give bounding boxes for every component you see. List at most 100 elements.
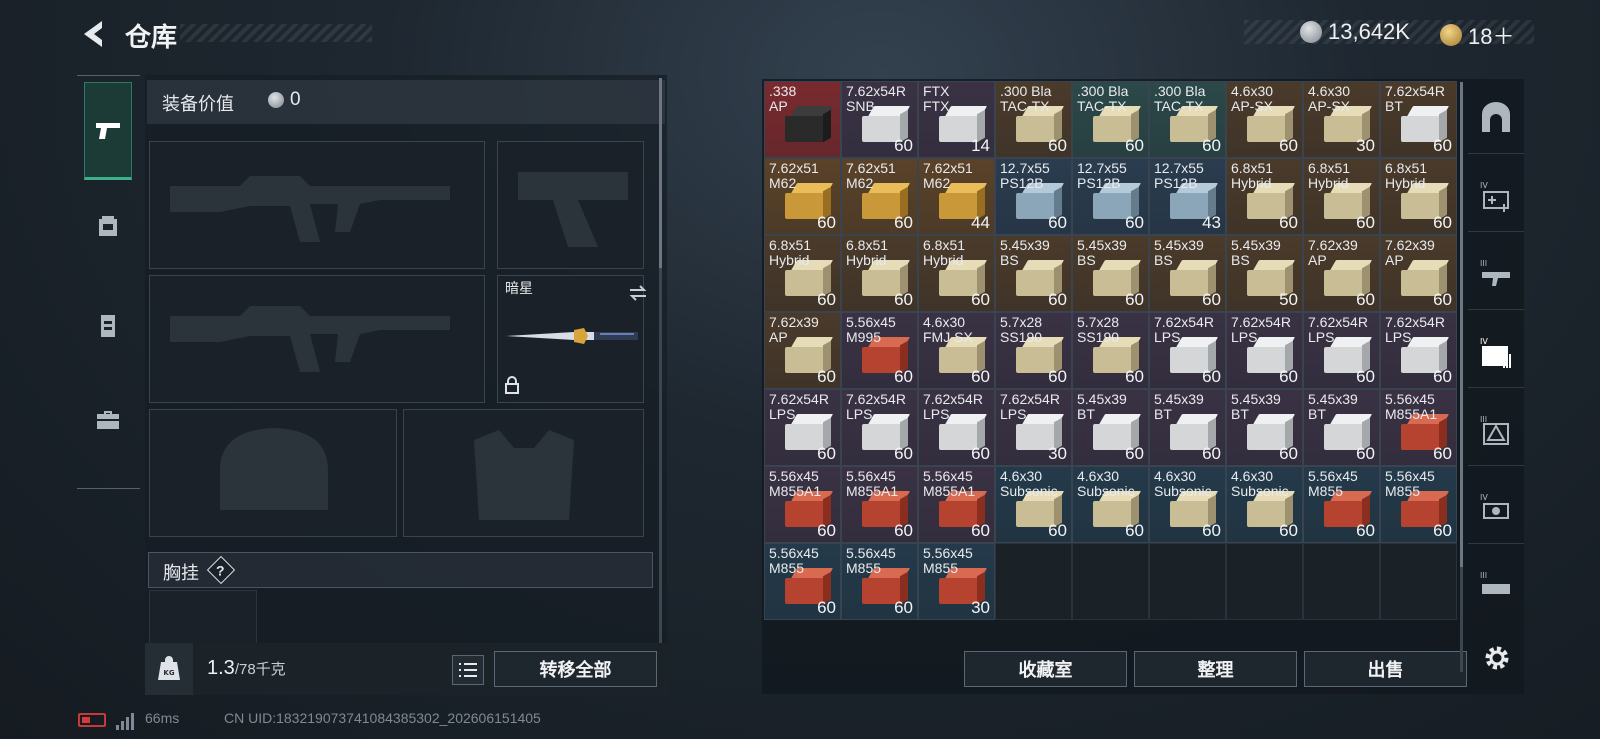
- ammo-stack-item[interactable]: 5.56x45 M855 60: [841, 543, 918, 620]
- tab-weapons[interactable]: [84, 82, 132, 180]
- back-arrow-icon[interactable]: [78, 18, 108, 50]
- second-primary-weapon-slot[interactable]: [149, 275, 485, 403]
- filter-tab-armor[interactable]: III: [1468, 394, 1524, 466]
- filter-tab-medical[interactable]: IV: [1468, 160, 1524, 232]
- ammo-stack-item[interactable]: 5.45x39 BT 60: [1149, 389, 1226, 466]
- ammo-count: 60: [1356, 444, 1375, 463]
- ammo-stack-item[interactable]: 6.8x51 Hybrid 60: [1380, 158, 1457, 235]
- stash-scrollbar[interactable]: [1460, 82, 1463, 672]
- ammo-stack-item[interactable]: 7.62x54R LPS 60: [1226, 312, 1303, 389]
- ammo-stack-item[interactable]: 7.62x54R LPS 60: [1149, 312, 1226, 389]
- ammo-stack-item[interactable]: 4.6x30 AP-SX 60: [1226, 81, 1303, 158]
- collection-room-button[interactable]: 收藏室: [964, 651, 1127, 687]
- ammo-stack-item[interactable]: 5.56x45 M855A1 60: [1380, 389, 1457, 466]
- armor-silhouette-icon: [474, 430, 574, 520]
- helmet-slot[interactable]: [149, 409, 397, 537]
- ammo-stack-item[interactable]: 5.56x45 M995 60: [841, 312, 918, 389]
- ammo-stack-item[interactable]: 5.45x39 BT 60: [1072, 389, 1149, 466]
- ammo-stack-item[interactable]: .300 Bla TAC-TX 60: [1072, 81, 1149, 158]
- empty-stash-slot[interactable]: [1303, 543, 1380, 620]
- ammo-stack-item[interactable]: 5.56x45 M855 60: [1380, 466, 1457, 543]
- swap-icon[interactable]: [628, 284, 648, 302]
- silver-currency[interactable]: 13,642K: [1300, 19, 1410, 45]
- settings-gear-icon[interactable]: [1481, 642, 1513, 674]
- ammo-stack-item[interactable]: 4.6x30 Subsonic 60: [1149, 466, 1226, 543]
- ammo-stack-item[interactable]: 5.56x45 M855 60: [1303, 466, 1380, 543]
- filter-tab-weapons[interactable]: III: [1468, 238, 1524, 310]
- ammo-stack-item[interactable]: 12.7x55 PS12B 43: [1149, 158, 1226, 235]
- ammo-stack-item[interactable]: 7.62x51 M62 60: [841, 158, 918, 235]
- ammo-name: 5.7x28 SS190: [1077, 314, 1120, 345]
- ammo-stack-item[interactable]: 4.6x30 Subsonic 60: [995, 466, 1072, 543]
- empty-stash-slot[interactable]: [1380, 543, 1457, 620]
- ammo-stack-item[interactable]: 5.56x45 M855A1 60: [918, 466, 995, 543]
- secondary-weapon-slot[interactable]: [497, 141, 644, 269]
- filter-tab-all[interactable]: [1468, 82, 1524, 154]
- ammo-stack-item[interactable]: 5.56x45 M855 30: [918, 543, 995, 620]
- ammo-stack-item[interactable]: 7.62x54R BT 60: [1380, 81, 1457, 158]
- chest-rig-slot[interactable]: [149, 590, 257, 646]
- ammo-name: 5.56x45 M855: [923, 545, 973, 576]
- ammo-stack-item[interactable]: 7.62x54R SNB 60: [841, 81, 918, 158]
- ammo-stack-item[interactable]: 5.7x28 SS190 60: [995, 312, 1072, 389]
- sort-button[interactable]: 整理: [1134, 651, 1297, 687]
- ammo-stack-item[interactable]: 4.6x30 Subsonic 60: [1072, 466, 1149, 543]
- ammo-stack-item[interactable]: 7.62x51 M62 60: [764, 158, 841, 235]
- ammo-stack-item[interactable]: 6.8x51 Hybrid 60: [841, 235, 918, 312]
- equipment-scrollbar[interactable]: [659, 78, 662, 668]
- ammo-stack-item[interactable]: 5.45x39 BS 50: [1226, 235, 1303, 312]
- primary-weapon-slot[interactable]: [149, 141, 485, 269]
- ammo-stack-item[interactable]: FTX FTX 14: [918, 81, 995, 158]
- ammo-stack-item[interactable]: 6.8x51 Hybrid 60: [764, 235, 841, 312]
- medkit-icon: IV: [1480, 181, 1509, 212]
- ammo-stack-item[interactable]: 6.8x51 Hybrid 60: [1303, 158, 1380, 235]
- empty-stash-slot[interactable]: [1072, 543, 1149, 620]
- ammo-stack-item[interactable]: 7.62x51 M62 44: [918, 158, 995, 235]
- tab-rig[interactable]: [84, 302, 132, 350]
- ammo-stack-item[interactable]: 5.7x28 SS190 60: [1072, 312, 1149, 389]
- ammo-stack-item[interactable]: 5.45x39 BS 60: [1072, 235, 1149, 312]
- ammo-stack-item[interactable]: 5.45x39 BS 60: [995, 235, 1072, 312]
- filter-tab-attachments[interactable]: IV: [1468, 472, 1524, 544]
- ammo-stack-item[interactable]: 5.56x45 M855 60: [764, 543, 841, 620]
- ammo-stack-item[interactable]: 12.7x55 PS12B 60: [995, 158, 1072, 235]
- ammo-stack-item[interactable]: 5.45x39 BS 60: [1149, 235, 1226, 312]
- gold-currency[interactable]: 18＋: [1440, 19, 1514, 51]
- ammo-stack-item[interactable]: 5.56x45 M855A1 60: [764, 466, 841, 543]
- ammo-stack-item[interactable]: .338 AP: [764, 81, 841, 158]
- ammo-stack-item[interactable]: 5.45x39 BT 60: [1226, 389, 1303, 466]
- ammo-stack-item[interactable]: 5.45x39 BT 60: [1303, 389, 1380, 466]
- list-view-button[interactable]: [452, 655, 484, 685]
- ammo-stack-item[interactable]: 6.8x51 Hybrid 60: [1226, 158, 1303, 235]
- ammo-stack-item[interactable]: 7.62x39 AP 60: [764, 312, 841, 389]
- armor-slot[interactable]: [403, 409, 644, 537]
- ammo-stack-item[interactable]: 7.62x54R LPS 60: [918, 389, 995, 466]
- ammo-stack-item[interactable]: .300 Bla TAC-TX 60: [1149, 81, 1226, 158]
- ammo-stack-item[interactable]: 7.62x54R LPS 30: [995, 389, 1072, 466]
- ammo-stack-item[interactable]: 6.8x51 Hybrid 60: [918, 235, 995, 312]
- filter-tab-misc[interactable]: III: [1468, 550, 1524, 622]
- ammo-stack-item[interactable]: .300 Bla TAC-TX 60: [995, 81, 1072, 158]
- ammo-stack-item[interactable]: 7.62x54R LPS 60: [764, 389, 841, 466]
- ammo-stack-item[interactable]: 4.6x30 FMJ SX 60: [918, 312, 995, 389]
- transfer-all-button[interactable]: 转移全部: [494, 651, 657, 687]
- empty-stash-slot[interactable]: [1149, 543, 1226, 620]
- ammo-stack-item[interactable]: 7.62x54R LPS 60: [841, 389, 918, 466]
- ammo-stack-item[interactable]: 12.7x55 PS12B 60: [1072, 158, 1149, 235]
- filter-tab-ammo[interactable]: IV: [1468, 316, 1524, 388]
- ammo-stack-item[interactable]: 5.56x45 M855A1 60: [841, 466, 918, 543]
- ammo-stack-item[interactable]: 4.6x30 Subsonic 60: [1226, 466, 1303, 543]
- ammo-stack-item[interactable]: 7.62x39 AP 60: [1303, 235, 1380, 312]
- ammo-stack-item[interactable]: 7.62x54R LPS 60: [1380, 312, 1457, 389]
- ammo-stack-item[interactable]: 4.6x30 AP-SX 30: [1303, 81, 1380, 158]
- tab-backpack[interactable]: [84, 201, 132, 249]
- ammo-stack-item[interactable]: 7.62x54R LPS 60: [1303, 312, 1380, 389]
- ammo-count: 60: [1433, 444, 1452, 463]
- ammo-name: 5.45x39 BS: [1000, 237, 1050, 268]
- empty-stash-slot[interactable]: [995, 543, 1072, 620]
- tab-case[interactable]: [84, 396, 132, 444]
- empty-stash-slot[interactable]: [1226, 543, 1303, 620]
- ammo-stack-item[interactable]: 7.62x39 AP 60: [1380, 235, 1457, 312]
- rifle-icon: III: [1480, 259, 1510, 286]
- sell-button[interactable]: 出售: [1304, 651, 1467, 687]
